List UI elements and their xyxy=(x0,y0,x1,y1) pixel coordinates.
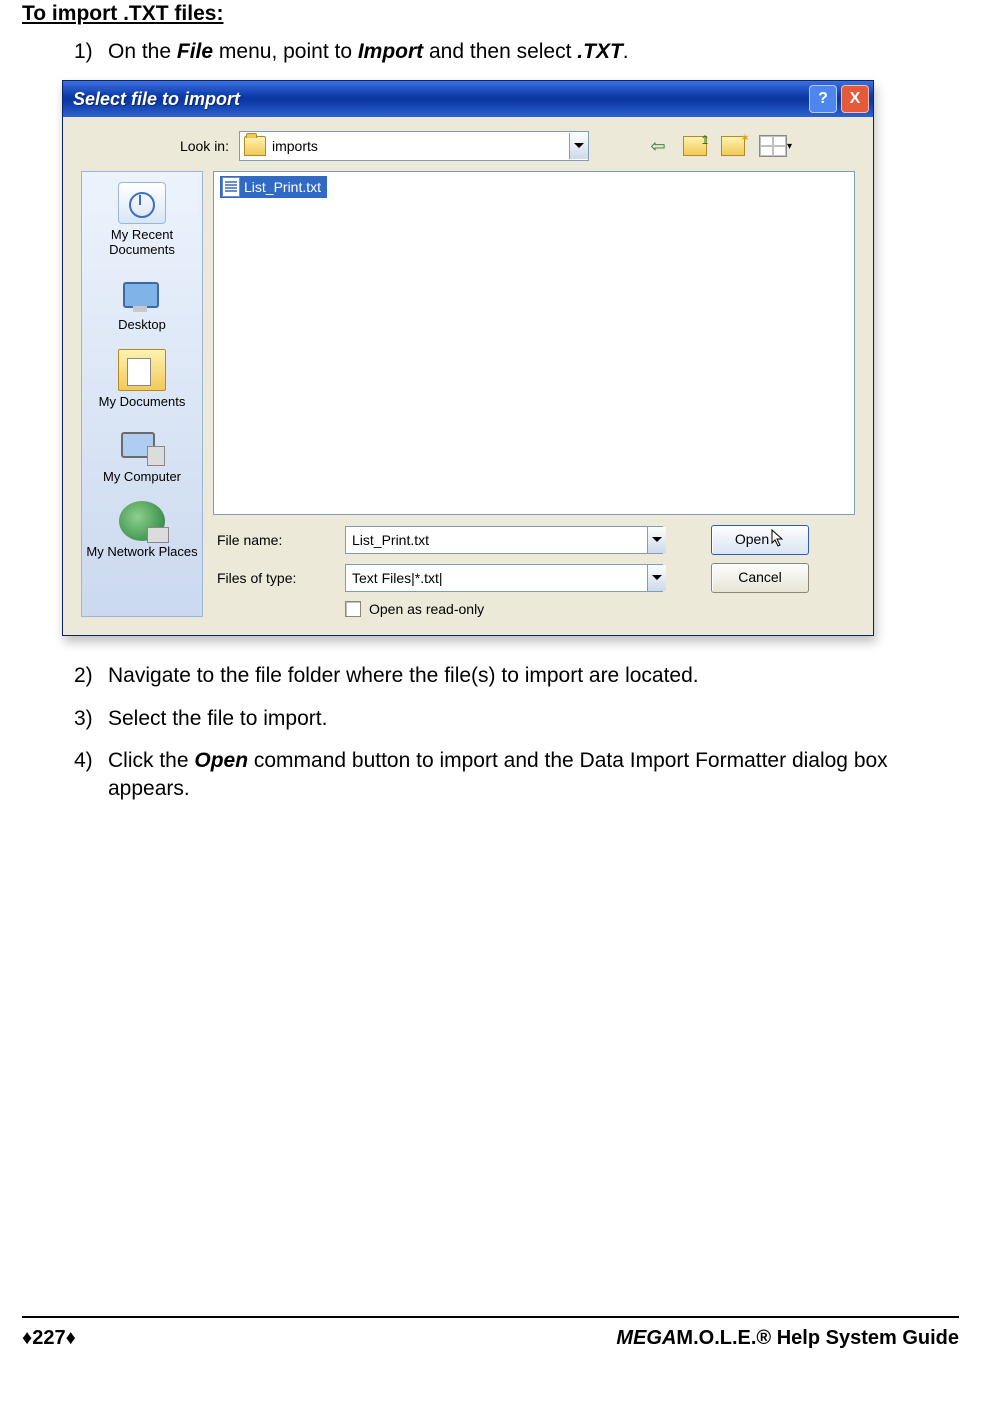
footer-rule xyxy=(22,1316,959,1318)
places-computer[interactable]: My Computer xyxy=(99,422,185,493)
filetype-label: Files of type: xyxy=(213,570,345,586)
views-icon[interactable] xyxy=(759,135,787,157)
step-3: 3) Select the file to import. xyxy=(74,705,959,733)
filetype-value: Text Files|*.txt| xyxy=(352,570,643,586)
open-command: Open xyxy=(194,749,248,772)
places-documents[interactable]: My Documents xyxy=(95,345,190,418)
places-label: My Computer xyxy=(103,470,181,485)
step-text: On the xyxy=(108,40,177,63)
filename-value: List_Print.txt xyxy=(352,532,643,548)
documents-icon xyxy=(118,349,166,391)
readonly-label: Open as read-only xyxy=(369,601,484,617)
dialog-title: Select file to import xyxy=(73,89,805,110)
chevron-down-icon[interactable] xyxy=(569,133,588,159)
footer-title: M.O.L.E.® Help System Guide xyxy=(676,1327,959,1349)
menu-file: File xyxy=(177,40,213,63)
open-label: Open xyxy=(735,531,769,547)
file-name: List_Print.txt xyxy=(244,179,321,195)
lookin-value: imports xyxy=(272,138,565,154)
step-text: . xyxy=(623,40,629,63)
section-heading: To import .TXT files: xyxy=(22,2,959,26)
page-number: ♦227♦ xyxy=(22,1327,76,1350)
places-network[interactable]: My Network Places xyxy=(82,497,201,568)
step-text: Navigate to the file folder where the fi… xyxy=(108,662,959,690)
titlebar[interactable]: Select file to import ? X xyxy=(63,81,873,117)
step-text: menu, point to xyxy=(213,40,358,63)
desktop-icon xyxy=(119,274,165,314)
filename-label: File name: xyxy=(213,532,345,548)
open-button[interactable]: Open xyxy=(711,525,809,555)
step-number: 4) xyxy=(74,747,108,804)
folder-icon xyxy=(244,136,266,156)
step-number: 2) xyxy=(74,662,108,690)
cancel-button[interactable]: Cancel xyxy=(711,563,809,593)
places-desktop[interactable]: Desktop xyxy=(114,270,170,341)
recent-icon xyxy=(118,182,166,224)
network-icon xyxy=(119,501,165,541)
places-label: My Recent Documents xyxy=(86,228,198,258)
file-listing[interactable]: List_Print.txt xyxy=(213,171,855,515)
menu-import: Import xyxy=(358,40,423,63)
lookin-label: Look in: xyxy=(81,138,239,154)
places-recent[interactable]: My Recent Documents xyxy=(82,178,202,266)
step-text: Select the file to import. xyxy=(108,705,959,733)
step-text: Click the xyxy=(108,749,194,772)
footer-mega: MEGA xyxy=(616,1327,676,1349)
chevron-down-icon[interactable]: ▾ xyxy=(787,141,797,152)
up-folder-icon[interactable] xyxy=(683,136,707,156)
lookin-combo[interactable]: imports xyxy=(239,131,589,161)
step-number: 1) xyxy=(74,38,108,66)
new-folder-icon[interactable] xyxy=(721,136,745,156)
places-bar: My Recent Documents Desktop My Documents xyxy=(81,171,203,617)
file-dialog: Select file to import ? X Look in: impor… xyxy=(62,80,874,636)
list-item[interactable]: List_Print.txt xyxy=(220,176,327,198)
help-button[interactable]: ? xyxy=(809,85,837,113)
chevron-down-icon[interactable] xyxy=(647,565,666,591)
chevron-down-icon[interactable] xyxy=(647,527,666,553)
readonly-checkbox[interactable] xyxy=(345,601,361,617)
back-icon[interactable]: ⇦ xyxy=(647,136,669,156)
step-1: 1) On the File menu, point to Import and… xyxy=(74,38,959,66)
filename-combo[interactable]: List_Print.txt xyxy=(345,526,663,554)
close-button[interactable]: X xyxy=(841,85,869,113)
step-text: and then select xyxy=(423,40,577,63)
filetype-combo[interactable]: Text Files|*.txt| xyxy=(345,564,663,592)
text-file-icon xyxy=(222,177,240,197)
menu-txt: .TXT xyxy=(577,40,623,63)
places-label: My Documents xyxy=(99,395,186,410)
places-label: My Network Places xyxy=(86,545,197,560)
cursor-icon xyxy=(771,526,785,552)
places-label: Desktop xyxy=(118,318,166,333)
step-4: 4) Click the Open command button to impo… xyxy=(74,747,959,804)
step-2: 2) Navigate to the file folder where the… xyxy=(74,662,959,690)
step-number: 3) xyxy=(74,705,108,733)
page-footer: ♦227♦ MEGAM.O.L.E.® Help System Guide xyxy=(22,1327,959,1350)
computer-icon xyxy=(119,426,165,466)
